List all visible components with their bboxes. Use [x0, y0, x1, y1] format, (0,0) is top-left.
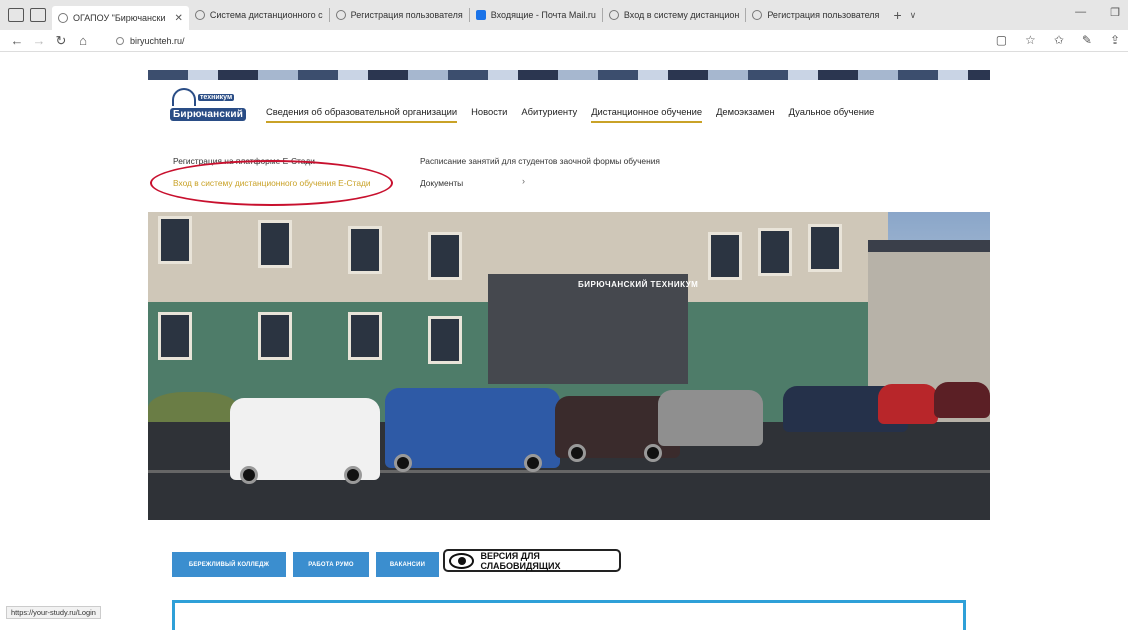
photo-window [348, 312, 382, 360]
back-arrow-icon[interactable]: ← [6, 33, 28, 48]
main-menu: Сведения об образовательной организации … [266, 106, 874, 123]
lean-college-button[interactable]: БЕРЕЖЛИВЫЙ КОЛЛЕДЖ [172, 552, 286, 577]
tab-bar: ОГАПОУ "Бирючански ✕ Система дистанционн… [0, 0, 1128, 30]
tab-title: Вход в систему дистанцион [623, 10, 740, 20]
site-favicon-icon [752, 10, 763, 20]
link-status-bar: https://your-study.ru/Login [6, 606, 101, 619]
low-vision-version-button[interactable]: ВЕРСИЯ ДЛЯ СЛАБОВИДЯЩИХ [443, 549, 621, 572]
share-icon[interactable]: ⇪ [1110, 33, 1120, 47]
site-page: техникум Бирючанский Сведения об образов… [148, 70, 990, 630]
tab-mail[interactable]: Входящие - Почта Mail.ru [470, 4, 602, 26]
restore-icon[interactable]: ❐ [1110, 6, 1120, 19]
photo-building-sign: БИРЮЧАНСКИЙ ТЕХНИКУМ [578, 280, 699, 289]
dropdown-item-schedule[interactable]: Расписание занятий для студентов заочной… [420, 156, 660, 166]
new-tab-button[interactable]: + [893, 7, 901, 23]
favorites-list-icon[interactable]: ✩ [1054, 33, 1064, 47]
photo-window [258, 220, 292, 268]
site-header: техникум Бирючанский Сведения об образов… [148, 80, 990, 144]
site-logo[interactable]: техникум Бирючанский [170, 88, 248, 128]
tab-title: Регистрация пользователя [767, 10, 880, 20]
url-text: biryuchteh.ru/ [130, 35, 185, 46]
photo-wheel [344, 466, 362, 484]
tab-registration[interactable]: Регистрация пользователя [330, 4, 469, 26]
tab-title: Входящие - Почта Mail.ru [490, 10, 596, 20]
site-favicon-icon [194, 10, 205, 20]
pen-icon[interactable]: ✎ [1082, 33, 1092, 47]
tab-title: Регистрация пользователя [350, 10, 463, 20]
vacancies-button[interactable]: ВАКАНСИИ [376, 552, 439, 577]
photo-window [158, 312, 192, 360]
tab-login-distance[interactable]: Вход в систему дистанцион [603, 4, 745, 26]
building-photo: БИРЮЧАНСКИЙ ТЕХНИКУМ [148, 212, 990, 520]
photo-entrance-portal [488, 274, 688, 384]
tab-title: Система дистанционного с [209, 10, 323, 20]
tab-close-icon[interactable]: ✕ [174, 13, 182, 24]
favorite-star-icon[interactable]: ☆ [1025, 33, 1036, 47]
mail-favicon-icon [475, 10, 486, 20]
menu-item-demoexam[interactable]: Демоэкзамен [716, 106, 775, 123]
header-photo-strip [148, 70, 990, 80]
minimize-icon[interactable]: — [1075, 6, 1086, 19]
refresh-icon[interactable]: ↻ [50, 33, 72, 49]
tab-distance-system[interactable]: Система дистанционного с [189, 4, 329, 26]
photo-window [808, 224, 842, 272]
low-vision-label: ВЕРСИЯ ДЛЯ СЛАБОВИДЯЩИХ [480, 550, 561, 571]
logo-subtitle: техникум [198, 94, 235, 101]
photo-window [758, 228, 792, 276]
tab-biryuchteh[interactable]: ОГАПОУ "Бирючански ✕ [52, 6, 189, 30]
chevron-right-icon[interactable]: › [522, 176, 525, 186]
photo-window [258, 312, 292, 360]
logo-title: Бирючанский [170, 108, 247, 121]
eye-icon [449, 552, 475, 569]
tab-title: ОГАПОУ "Бирючански [73, 13, 166, 23]
site-favicon-icon [608, 10, 619, 20]
photo-wheel [644, 444, 662, 462]
address-bar: ← → ↻ ⌂ biryuchteh.ru/ ▢ ☆ ✩ ✎ ⇪ [0, 30, 1128, 52]
photo-car-silver [658, 390, 763, 446]
photo-window [158, 216, 192, 264]
dropdown-item-documents[interactable]: Документы [420, 178, 463, 188]
photo-car-maroon [934, 382, 990, 418]
site-info-icon[interactable] [116, 36, 124, 45]
photo-wheel [568, 444, 586, 462]
menu-item-dual-learning[interactable]: Дуальное обучение [789, 106, 875, 123]
highlight-annotation-ellipse [150, 160, 393, 206]
menu-item-applicants[interactable]: Абитуриенту [521, 106, 577, 123]
toolbar-right: ▢ ☆ ✩ ✎ ⇪ [996, 33, 1120, 47]
forward-arrow-icon[interactable]: → [28, 33, 50, 48]
menu-item-distance-learning[interactable]: Дистанционное обучение [591, 106, 703, 123]
menu-item-news[interactable]: Новости [471, 106, 507, 123]
photo-car-red [878, 384, 938, 424]
url-field[interactable]: biryuchteh.ru/ [116, 36, 185, 46]
tab-registration-2[interactable]: Регистрация пользователя [746, 4, 885, 26]
site-favicon-icon [58, 13, 68, 23]
photo-window [428, 316, 462, 364]
tab-actions-icon[interactable] [8, 8, 24, 22]
logo-arc-icon [172, 88, 196, 106]
site-favicon-icon [335, 10, 346, 20]
tab-back-icon[interactable] [30, 8, 46, 22]
reading-view-icon[interactable]: ▢ [996, 33, 1007, 47]
info-box [172, 600, 966, 630]
photo-window [348, 226, 382, 274]
photo-wheel [240, 466, 258, 484]
photo-window [708, 232, 742, 280]
window-controls: — ❐ [1075, 6, 1120, 19]
menu-item-about[interactable]: Сведения об образовательной организации [266, 106, 458, 123]
photo-wheel [524, 454, 542, 472]
tab-list-button[interactable]: ∨ [910, 10, 917, 21]
rumo-work-button[interactable]: РАБОТА РУМО [293, 552, 369, 577]
home-icon[interactable]: ⌂ [72, 33, 94, 48]
photo-wheel [394, 454, 412, 472]
photo-window [428, 232, 462, 280]
